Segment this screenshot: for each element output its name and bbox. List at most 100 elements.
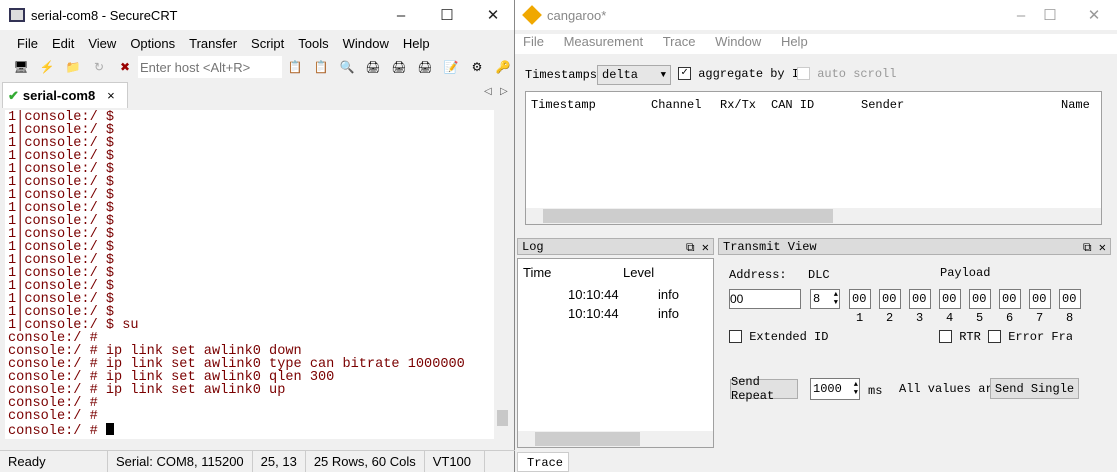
payload-byte-input[interactable]: 00 [909,289,931,309]
maximize-button[interactable]: ☐ [1027,0,1073,30]
log-level: info [658,306,679,321]
dock-float-close-icons[interactable]: ⧉ ✕ [686,240,709,255]
menu-trace[interactable]: Trace [655,34,704,49]
interval-spinbox[interactable]: 1000 ▲ ▼ [810,378,860,400]
payload-byte-label: 6 [1006,311,1014,325]
menu-tools[interactable]: Tools [291,36,335,51]
menu-options[interactable]: Options [123,36,182,51]
timestamps-label: Timestamps: [525,68,605,82]
menu-script[interactable]: Script [244,36,291,51]
menu-help[interactable]: Help [773,34,816,49]
title-bar: serial-com8 - SecureCRT – ☐ ✕ [0,0,514,30]
maximize-button[interactable]: ☐ [424,0,470,30]
address-input[interactable] [729,289,801,309]
col-channel[interactable]: Channel [651,98,701,112]
rtr-label: RTR [959,330,981,344]
connect-icon[interactable]: 🖥 [11,58,31,76]
status-bar: Ready Serial: COM8, 115200 25, 13 25 Row… [0,450,515,472]
menu-file[interactable]: File [515,34,552,49]
close-button[interactable]: ✕ [470,0,516,30]
cangaroo-window: cangaroo* – ☐ ✕ File Measurement Trace W… [515,0,1117,472]
paste-icon[interactable]: 📋 [311,58,331,76]
spin-arrows-icon[interactable]: ▲ ▼ [854,381,858,397]
menu-measurement[interactable]: Measurement [556,34,651,49]
dock-float-close-icons[interactable]: ⧉ ✕ [1083,240,1106,255]
terminal-output[interactable]: 1|console:/ $1|console:/ $1|console:/ $1… [5,110,494,439]
autoscroll-checkbox[interactable]: auto scroll [797,67,896,81]
disconnect-icon[interactable]: ✖ [115,58,135,76]
terminal-scrollbar[interactable] [494,110,511,439]
quick-connect-icon[interactable]: ⚡ [37,58,57,76]
log-dock-header: Log ⧉ ✕ [517,238,714,255]
error-frame-checkbox[interactable]: Error Fram [988,330,1072,344]
transmit-dock-header: Transmit View ⧉ ✕ [718,238,1111,255]
connected-check-icon: ✔ [8,87,19,103]
menu-bar: File Edit View Options Transfer Script T… [0,30,514,56]
close-button[interactable]: ✕ [1071,0,1117,30]
menu-window[interactable]: Window [707,34,769,49]
extended-id-checkbox[interactable]: Extended ID [729,330,828,344]
tab-close-icon[interactable]: × [107,88,115,103]
tab-serial-com8[interactable]: ✔ serial-com8 × [2,82,128,108]
log-table[interactable]: Time Level 10:10:44 info 10:10:44 info [517,258,714,448]
print-icon[interactable]: 🖨 [415,58,435,76]
connect-tab-icon[interactable]: 📁 [63,58,83,76]
menu-view[interactable]: View [81,36,123,51]
trace-hscrollbar[interactable] [526,208,1101,224]
payload-byte-input[interactable]: 00 [879,289,901,309]
col-name[interactable]: Name [1061,98,1090,112]
payload-byte-input[interactable]: 00 [1059,289,1081,309]
col-level: Level [623,265,655,280]
col-timestamp[interactable]: Timestamp [531,98,596,112]
col-can-id[interactable]: CAN ID [771,98,814,112]
dlc-value: 8 [813,292,821,306]
payload-byte-label: 8 [1066,311,1074,325]
scrollbar-thumb[interactable] [497,410,508,426]
aggregate-checkbox[interactable]: ✓ aggregate by ID [678,67,806,81]
menu-edit[interactable]: Edit [45,36,81,51]
find-icon[interactable]: 🔍 [337,58,357,76]
scrollbar-thumb[interactable] [543,209,833,223]
send-repeat-button[interactable]: Send Repeat [730,375,798,403]
payload-byte-label: 3 [916,311,924,325]
payload-byte-input[interactable]: 00 [849,289,871,309]
toolbar: 🖥 ⚡ 📁 ↻ ✖ 📋 📋 🔍 🖨 🖨 🖨 📝 ⚙ 🔑 [8,55,516,79]
key-icon[interactable]: 🔑 [493,58,513,76]
payload-byte-label: 5 [976,311,984,325]
host-input[interactable] [138,56,282,78]
menu-window[interactable]: Window [336,36,396,51]
autoscroll-label: auto scroll [817,67,897,81]
spin-arrows-icon[interactable]: ▲ ▼ [834,291,838,307]
print-screen-icon[interactable]: 🖨 [363,58,383,76]
reconnect-icon[interactable]: ↻ [89,58,109,76]
terminal-line: console:/ # [8,423,494,438]
tab-scroll-left-icon[interactable]: ◁ [484,86,492,97]
tab-scroll-right-icon[interactable]: ▷ [500,86,508,97]
dlc-spinbox[interactable]: 8 ▲ ▼ [810,289,840,309]
session-options-icon[interactable]: 📝 [441,58,461,76]
log-hscrollbar[interactable] [518,431,713,447]
timestamps-select[interactable]: delta ▼ [597,65,671,85]
payload-byte-label: 1 [856,311,864,325]
trace-table[interactable]: Timestamp Channel Rx/Tx CAN ID Sender Na… [525,91,1102,225]
tab-trace[interactable]: Trace [517,452,569,472]
print-selection-icon[interactable]: 🖨 [389,58,409,76]
payload-label: Payload [940,266,991,280]
menu-file[interactable]: File [10,36,45,51]
payload-byte-input[interactable]: 00 [999,289,1021,309]
rtr-checkbox[interactable]: RTR [939,330,981,344]
payload-byte-input[interactable]: 00 [939,289,961,309]
col-rxtx[interactable]: Rx/Tx [720,98,756,112]
payload-byte-label: 2 [886,311,894,325]
minimize-button[interactable]: – [378,0,424,30]
payload-byte-input[interactable]: 00 [969,289,991,309]
kangaroo-logo-icon [522,5,542,25]
send-single-button[interactable]: Send Single [990,378,1079,399]
trace-header: Timestamp Channel Rx/Tx CAN ID Sender Na… [526,92,1101,118]
payload-byte-input[interactable]: 00 [1029,289,1051,309]
global-options-icon[interactable]: ⚙ [467,58,487,76]
menu-help[interactable]: Help [396,36,437,51]
menu-transfer[interactable]: Transfer [182,36,244,51]
col-sender[interactable]: Sender [861,98,904,112]
copy-icon[interactable]: 📋 [285,58,305,76]
